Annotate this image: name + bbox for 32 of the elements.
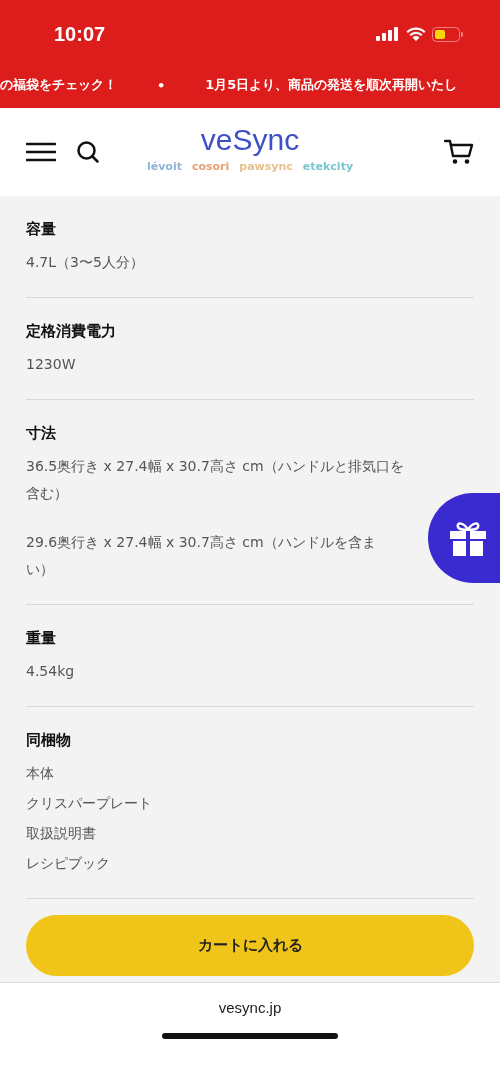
brand-name: pawsync: [239, 160, 293, 173]
spec-value: クリスパープレート: [26, 794, 153, 813]
spec-label: 定格消費電力: [26, 322, 117, 341]
spec-value: 取扱説明書: [26, 824, 97, 843]
menu-icon[interactable]: [26, 141, 56, 163]
brand-name: lévoit: [146, 160, 182, 173]
spec-label: 同梱物: [26, 731, 72, 750]
cart-icon[interactable]: [444, 139, 474, 165]
logo[interactable]: veSync: [200, 122, 300, 158]
wifi-icon: [406, 26, 426, 42]
announcement-text: •: [157, 77, 166, 93]
announcement-text: の福袋をチェック！: [0, 76, 117, 94]
spec-value: 1230W: [26, 355, 77, 374]
brand-name: cosori: [191, 160, 230, 173]
spec-value: 本体: [26, 764, 55, 783]
spec-value: レシピブック: [26, 854, 111, 873]
brand-name: etekcity: [302, 160, 354, 173]
status-time: 10:07: [54, 22, 106, 46]
spec-value: 29.6奥行き x 27.4幅 x 30.7高さ cm（ハンドルを含ま い）: [26, 533, 377, 579]
spec-label: 容量: [26, 220, 57, 239]
add-to-cart-button[interactable]: カートに入れる: [26, 915, 474, 976]
battery-icon: [432, 26, 464, 42]
spec-value: 4.7L（3〜5人分）: [26, 253, 145, 272]
gift-button[interactable]: [428, 493, 500, 583]
signal-icon: [376, 27, 400, 41]
address-bar-url[interactable]: vesync.jp: [218, 999, 282, 1016]
spec-label: 重量: [26, 629, 57, 648]
spec-label: 寸法: [26, 424, 57, 443]
announcement-text: 1月5日より、商品の発送を順次再開いたし: [205, 76, 458, 94]
spec-value: 4.54kg: [26, 662, 76, 681]
search-icon[interactable]: [76, 140, 100, 164]
spec-value: 36.5奥行き x 27.4幅 x 30.7高さ cm（ハンドルと排気口を 含む）: [26, 457, 405, 503]
